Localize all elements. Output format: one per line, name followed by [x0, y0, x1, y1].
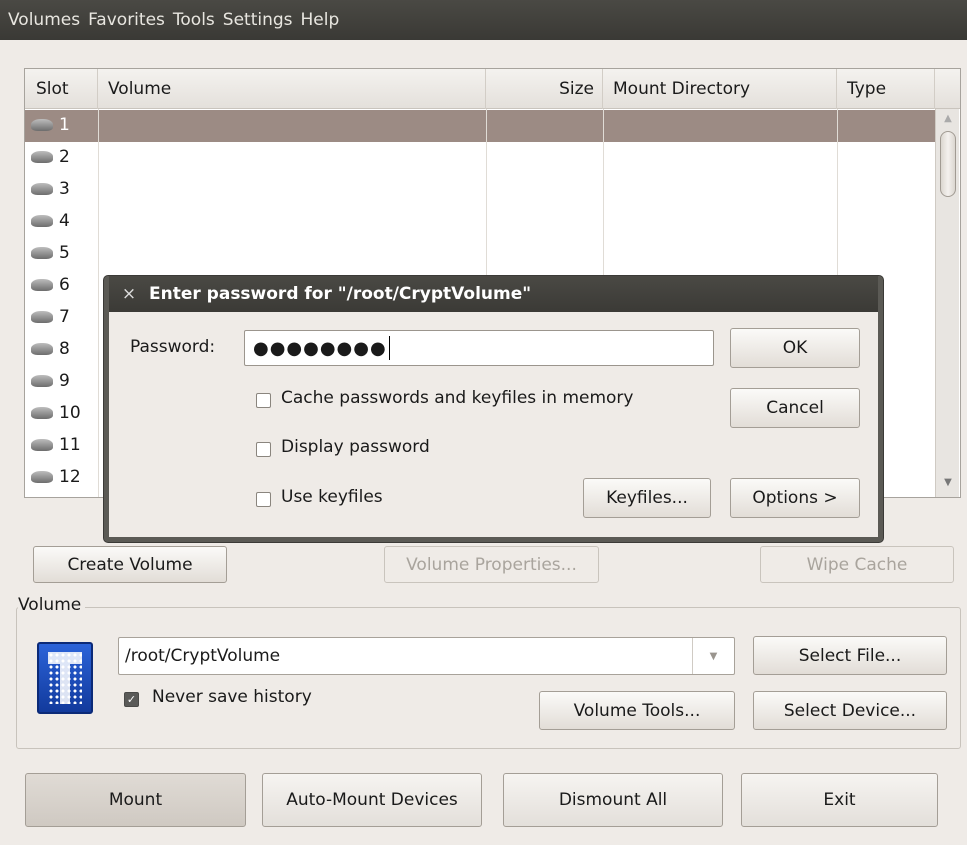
auto-mount-devices-button[interactable]: Auto-Mount Devices: [262, 773, 482, 827]
volume-group-label: Volume: [18, 595, 86, 615]
drive-icon: [31, 375, 53, 387]
password-input[interactable]: ●●●●●●●●: [244, 330, 714, 366]
drive-icon: [31, 119, 53, 131]
column-volume[interactable]: Volume: [98, 69, 486, 109]
menu-favorites[interactable]: Favorites: [88, 8, 165, 32]
never-save-history-checkbox[interactable]: ✓: [124, 692, 139, 707]
slot-number: 8: [59, 339, 70, 359]
list-header: Slot Volume Size Mount Directory Type: [25, 69, 960, 109]
close-icon[interactable]: ×: [109, 284, 149, 304]
use-keyfiles-checkbox[interactable]: [256, 492, 271, 507]
cache-passwords-checkbox[interactable]: [256, 393, 271, 408]
volume-properties-button[interactable]: Volume Properties...: [384, 546, 599, 583]
password-value: ●●●●●●●●: [253, 337, 387, 359]
create-volume-button[interactable]: Create Volume: [33, 546, 227, 583]
drive-icon: [31, 215, 53, 227]
slot-number: 3: [59, 179, 70, 199]
drive-icon: [31, 439, 53, 451]
slot-number: 6: [59, 275, 70, 295]
slot-row-4[interactable]: 4: [25, 206, 935, 238]
select-file-button[interactable]: Select File...: [753, 636, 947, 675]
exit-button[interactable]: Exit: [741, 773, 938, 827]
never-save-history-label[interactable]: Never save history: [152, 687, 312, 707]
wipe-cache-button[interactable]: Wipe Cache: [760, 546, 954, 583]
slot-row-5[interactable]: 5: [25, 238, 935, 270]
password-label: Password:: [130, 337, 216, 357]
mount-button[interactable]: Mount: [25, 773, 246, 827]
volume-path-value: /root/CryptVolume: [125, 646, 281, 666]
slot-number: 9: [59, 371, 70, 391]
slot-row-2[interactable]: 2: [25, 142, 935, 174]
menu-bar: Volumes Favorites Tools Settings Help: [0, 0, 967, 40]
slot-number: 2: [59, 147, 70, 167]
chevron-down-icon[interactable]: ▼: [692, 638, 734, 674]
dismount-all-button[interactable]: Dismount All: [503, 773, 723, 827]
slot-row-3[interactable]: 3: [25, 174, 935, 206]
text-caret: [388, 336, 390, 360]
slot-number: 11: [59, 435, 81, 455]
column-mount-directory[interactable]: Mount Directory: [603, 69, 837, 109]
slot-number: 5: [59, 243, 70, 263]
cache-passwords-label[interactable]: Cache passwords and keyfiles in memory: [281, 388, 633, 408]
password-dialog: × Enter password for "/root/CryptVolume"…: [104, 276, 883, 542]
drive-icon: [31, 343, 53, 355]
column-type[interactable]: Type: [837, 69, 935, 109]
column-size[interactable]: Size: [486, 69, 603, 109]
list-scrollbar[interactable]: ▲ ▼: [935, 109, 959, 497]
drive-icon: [31, 183, 53, 195]
slot-number: 4: [59, 211, 70, 231]
select-device-button[interactable]: Select Device...: [753, 691, 947, 730]
menu-volumes[interactable]: Volumes: [8, 8, 80, 32]
use-keyfiles-label[interactable]: Use keyfiles: [281, 487, 383, 507]
slot-number: 10: [59, 403, 81, 423]
drive-icon: [31, 279, 53, 291]
menu-settings[interactable]: Settings: [223, 8, 293, 32]
drive-icon: [31, 247, 53, 259]
keyfiles-button[interactable]: Keyfiles...: [583, 478, 711, 518]
volume-path-combo[interactable]: /root/CryptVolume ▼: [118, 637, 735, 675]
drive-icon: [31, 151, 53, 163]
menu-help[interactable]: Help: [301, 8, 340, 32]
truecrypt-logo-icon: [37, 642, 93, 714]
slot-number: 12: [59, 467, 81, 487]
display-password-checkbox[interactable]: [256, 442, 271, 457]
drive-icon: [31, 311, 53, 323]
cancel-button[interactable]: Cancel: [730, 388, 860, 428]
volume-tools-button[interactable]: Volume Tools...: [539, 691, 735, 730]
display-password-label[interactable]: Display password: [281, 437, 430, 457]
column-slot[interactable]: Slot: [25, 69, 98, 109]
slot-number: 1: [59, 115, 70, 135]
scroll-up-arrow-icon[interactable]: ▲: [936, 113, 960, 124]
slot-row-1[interactable]: 1: [25, 110, 935, 142]
drive-icon: [31, 471, 53, 483]
drive-icon: [31, 407, 53, 419]
scroll-down-arrow-icon[interactable]: ▼: [936, 477, 960, 488]
slot-number: 7: [59, 307, 70, 327]
menu-tools[interactable]: Tools: [173, 8, 215, 32]
ok-button[interactable]: OK: [730, 328, 860, 368]
options-button[interactable]: Options >: [730, 478, 860, 518]
column-divider: [98, 109, 99, 497]
dialog-title-bar: × Enter password for "/root/CryptVolume": [109, 276, 878, 312]
dialog-title: Enter password for "/root/CryptVolume": [149, 284, 532, 304]
scrollbar-thumb[interactable]: [940, 131, 956, 197]
